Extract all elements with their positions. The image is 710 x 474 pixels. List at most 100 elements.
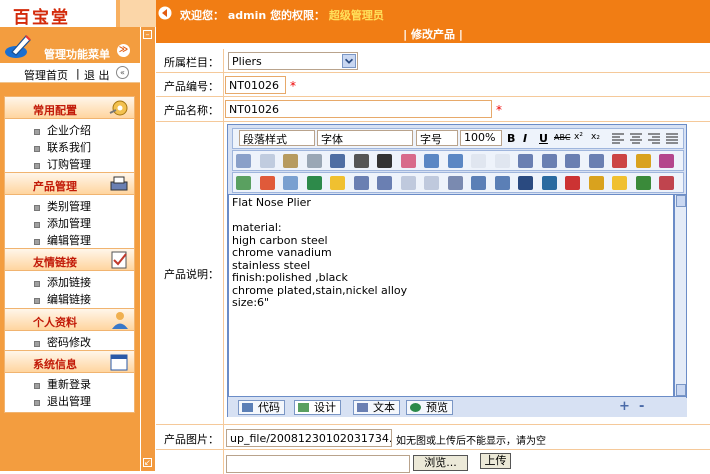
bg-color-icon[interactable] [659, 154, 674, 168]
menu-item-edit-management[interactable]: 编辑管理 [5, 232, 134, 249]
file-icon[interactable] [306, 176, 322, 190]
cut-icon[interactable] [236, 154, 251, 168]
align-justify-icon[interactable] [665, 132, 679, 144]
anchor-icon[interactable] [541, 176, 557, 190]
category-select[interactable]: Pliers [228, 52, 358, 70]
emoticon-icon[interactable] [588, 176, 604, 190]
italic-icon[interactable]: I [523, 132, 527, 145]
text-color-icon[interactable] [612, 154, 627, 168]
section-header[interactable]: 个人资料 [4, 308, 135, 331]
zoom-select[interactable]: 100% [460, 130, 502, 146]
welcome-text: 欢迎您： [180, 9, 224, 22]
zoom-in-icon[interactable]: + [619, 399, 630, 414]
collapse-sidebar-icon[interactable]: « [116, 66, 129, 79]
tab-design[interactable]: 设计 [294, 400, 341, 415]
section-header[interactable]: 友情链接 [4, 248, 135, 271]
input-icon[interactable] [494, 176, 510, 190]
find-icon[interactable] [353, 154, 369, 168]
collapse-left-icon[interactable]: – [143, 30, 152, 39]
page-icon[interactable] [424, 176, 439, 190]
table-icon[interactable] [353, 176, 369, 190]
menu-item-company-intro[interactable]: 企业介绍 [5, 122, 134, 139]
form-icon[interactable] [377, 176, 392, 190]
flash-icon[interactable] [259, 176, 275, 190]
menu-item-change-password[interactable]: 密码修改 [5, 334, 134, 351]
code-label: 产品编号： [156, 73, 224, 96]
required-mark: * [496, 103, 502, 117]
align-left-icon[interactable] [611, 132, 625, 144]
copy-icon[interactable] [259, 154, 275, 168]
zoom-out-icon[interactable]: - [639, 399, 644, 414]
product-name-input[interactable]: NT01026 [225, 100, 492, 118]
delete-icon[interactable] [377, 154, 392, 168]
smiley-icon[interactable] [612, 176, 627, 190]
name-label: 产品名称： [156, 97, 224, 121]
browse-button[interactable]: 浏览... [413, 455, 468, 471]
home-link[interactable]: 管理首页 [24, 67, 68, 83]
redo-icon[interactable] [447, 154, 463, 168]
site-logo: 百宝堂 [0, 0, 120, 28]
strikethrough-icon[interactable]: ABC [554, 133, 570, 142]
menu-item-category-management[interactable]: 类别管理 [5, 198, 134, 215]
image-path-input[interactable]: up_file/20081230102031734.jpg [226, 429, 392, 447]
menu-item-relogin[interactable]: 重新登录 [5, 376, 134, 393]
time-icon[interactable] [659, 176, 674, 190]
link-icon[interactable] [518, 176, 533, 190]
align-right-icon[interactable] [647, 132, 661, 144]
page-title: | 修改产品 | [156, 27, 710, 43]
align-center-icon[interactable] [629, 132, 643, 144]
editor-scrollbar[interactable] [674, 194, 687, 397]
tab-code[interactable]: 代码 [238, 400, 285, 415]
frame-icon[interactable] [400, 176, 416, 190]
underline-icon[interactable]: U [539, 132, 548, 145]
special-char-icon[interactable] [330, 176, 345, 190]
scroll-up-icon[interactable] [676, 195, 686, 207]
product-code-input[interactable]: NT01026 [225, 76, 286, 94]
paste-icon[interactable] [283, 154, 298, 168]
section-header[interactable]: 产品管理 [4, 172, 135, 195]
numbered-list-icon[interactable] [518, 154, 533, 168]
scroll-down-icon[interactable] [676, 384, 686, 396]
paragraph-style-select[interactable]: 段落样式 [239, 130, 315, 146]
menu-item-add-link[interactable]: 添加链接 [5, 274, 134, 291]
section-header[interactable]: 系统信息 [4, 350, 135, 373]
font-select[interactable]: 字体 [317, 130, 413, 146]
outdent-icon[interactable] [565, 154, 580, 168]
unlink-icon[interactable] [565, 176, 580, 190]
menu-item-order-management[interactable]: 订购管理 [5, 156, 134, 173]
subscript-icon[interactable]: x₂ [591, 132, 600, 142]
paste-text-icon[interactable] [306, 154, 322, 168]
textbox-icon[interactable] [471, 176, 486, 190]
bullet-list-icon[interactable] [541, 154, 557, 168]
sidebar-splitter[interactable] [140, 27, 155, 471]
editor-toolbar-edit [232, 150, 684, 188]
section-header[interactable]: 常用配置 [4, 96, 135, 119]
menu-item-add-management[interactable]: 添加管理 [5, 215, 134, 232]
undo-icon[interactable] [424, 154, 439, 168]
superscript-icon[interactable]: x² [574, 132, 583, 142]
font-size-select[interactable]: 字号 [416, 130, 458, 146]
file-input[interactable] [226, 455, 410, 473]
select-all-icon[interactable] [471, 154, 486, 168]
marquee-icon[interactable] [447, 176, 463, 190]
pointer-icon[interactable] [494, 154, 510, 168]
editor-content[interactable]: Flat Nose Plier material: high carbon st… [228, 194, 674, 397]
indent-icon[interactable] [588, 154, 604, 168]
upload-button[interactable]: 上传 [480, 453, 511, 469]
image-icon[interactable] [236, 176, 251, 190]
collapse-left-icon-bottom[interactable]: ↙ [143, 458, 152, 467]
media-icon[interactable] [283, 176, 298, 190]
tab-text[interactable]: 文本 [353, 400, 400, 415]
tab-preview[interactable]: 预览 [406, 400, 453, 415]
bold-icon[interactable]: B [507, 132, 515, 145]
menu-item-exit-management[interactable]: 退出管理 [5, 393, 134, 410]
highlight-icon[interactable] [635, 154, 651, 168]
logout-link[interactable]: 退 出 [84, 67, 110, 83]
paste-word-icon[interactable] [330, 154, 345, 168]
menu-item-edit-link[interactable]: 编辑链接 [5, 291, 134, 308]
eraser-icon[interactable] [400, 154, 416, 168]
date-icon[interactable] [635, 176, 651, 190]
menu-item-contact-us[interactable]: 联系我们 [5, 139, 134, 156]
section-common-config: 常用配置 企业介绍 联系我们 订购管理 [4, 96, 135, 176]
collapse-menu-icon[interactable]: ≫ [117, 44, 130, 57]
